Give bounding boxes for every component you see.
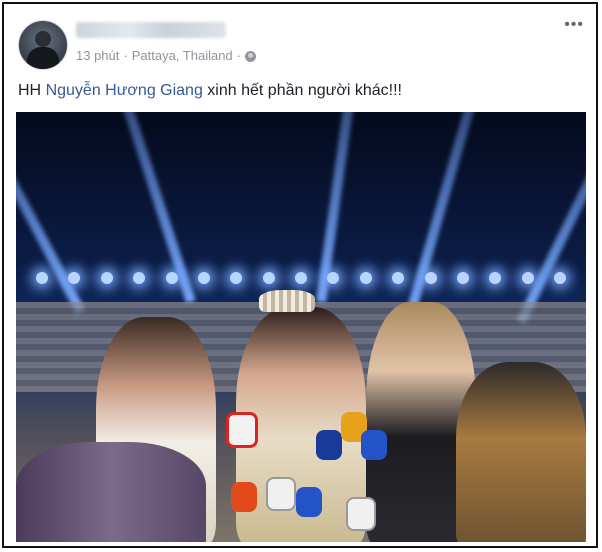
microphone [266,477,296,511]
post-location[interactable]: Pattaya, Thailand [132,48,233,63]
microphone [296,487,322,517]
avatar-head [35,31,51,47]
reporter-right [456,362,586,542]
post-timestamp[interactable]: 13 phút [76,48,119,63]
post-card: 13 phút · Pattaya, Thailand · ••• HH Ngu… [2,2,598,548]
meta-separator-2: · [236,48,242,63]
microphone [226,412,258,448]
caption-prefix: HH [18,82,46,99]
author-avatar[interactable] [18,20,68,70]
avatar-body [27,47,59,69]
tagged-person-link[interactable]: Nguyễn Hương Giang [46,82,203,99]
post-meta: 13 phút · Pattaya, Thailand · [76,48,257,63]
meta-separator: · [123,48,128,63]
more-options-icon[interactable]: ••• [564,17,584,33]
post-caption: HH Nguyễn Hương Giang xinh hết phần ngườ… [18,82,402,100]
author-name-blurred[interactable] [76,22,226,38]
post-photo[interactable] [16,112,586,542]
microphone [231,482,257,512]
microphone [361,430,387,460]
globe-icon[interactable] [245,51,257,62]
caption-suffix: xinh hết phần người khác!!! [202,82,402,99]
crown [259,290,315,312]
microphone [346,497,376,531]
reporter-left [16,442,206,542]
microphone [316,430,342,460]
